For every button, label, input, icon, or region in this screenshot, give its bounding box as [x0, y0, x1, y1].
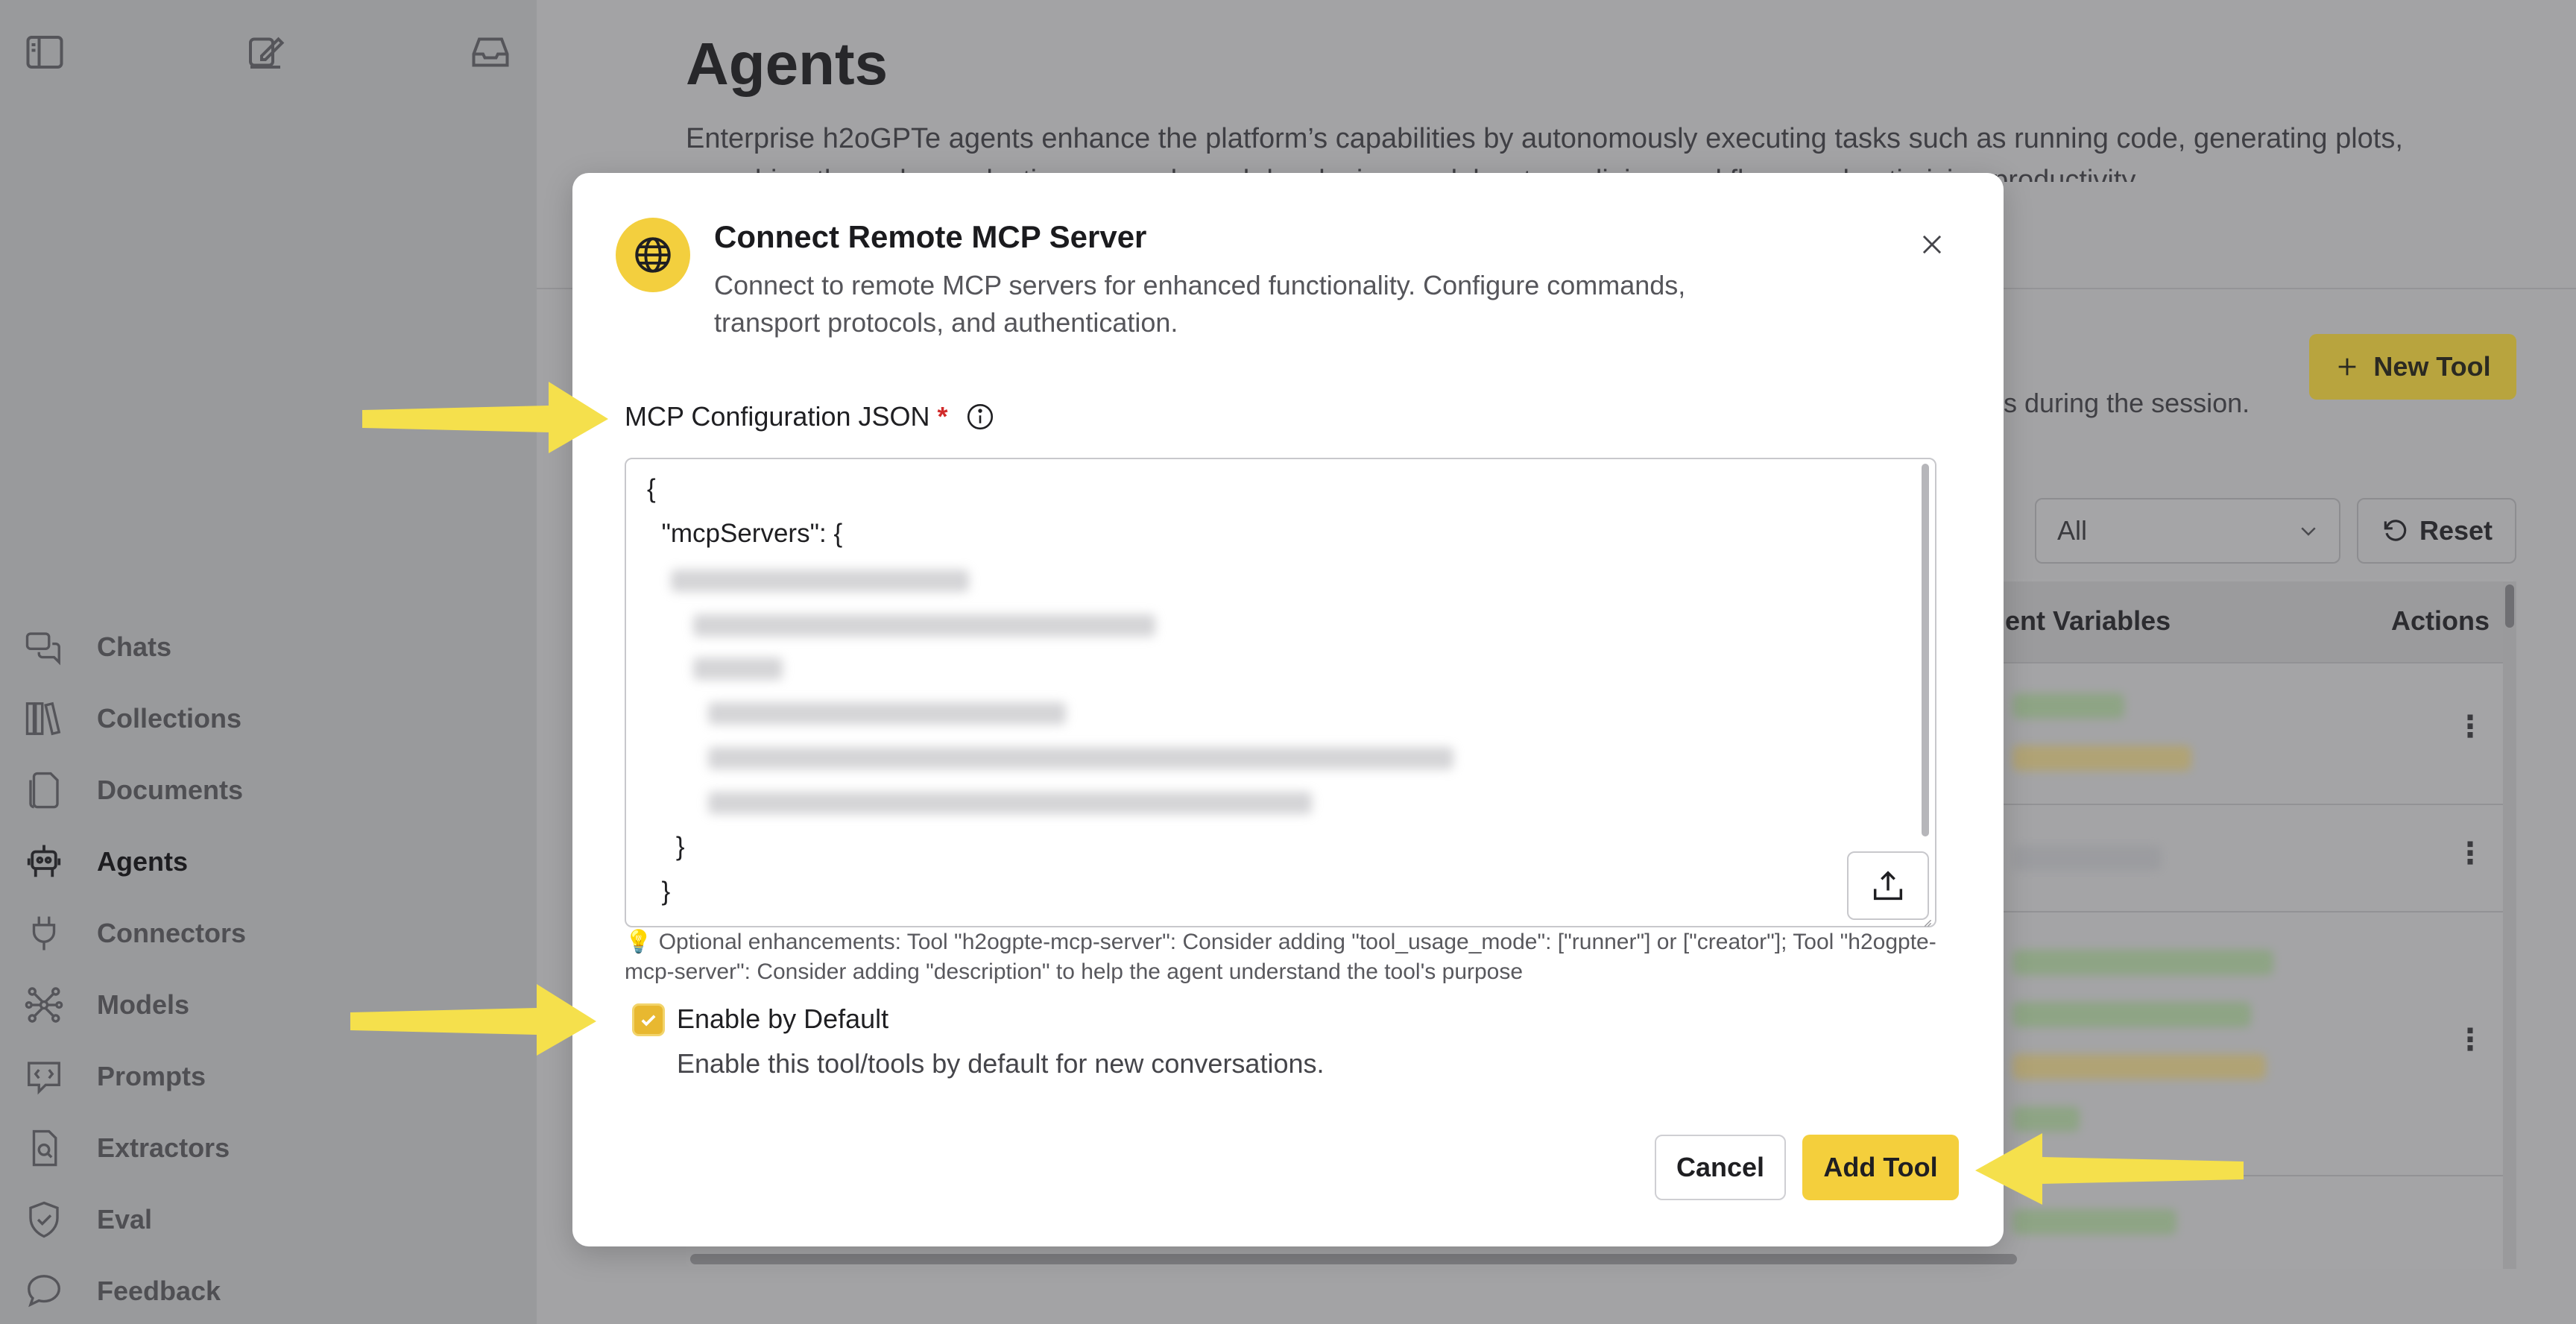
resize-grip-icon[interactable]	[1922, 917, 1932, 927]
sidebar-item-label: Models	[97, 989, 190, 1020]
sidebar-item-documents[interactable]: Documents	[22, 754, 514, 826]
sidebar-item-label: Connectors	[97, 918, 247, 948]
cancel-button[interactable]: Cancel	[1655, 1135, 1786, 1200]
table-horizontal-scrollbar[interactable]	[690, 1254, 2017, 1264]
reset-label: Reset	[2419, 515, 2493, 546]
modal-title: Connect Remote MCP Server	[714, 219, 1147, 254]
redacted-json-line	[693, 658, 783, 680]
env-var-tag	[2012, 1106, 2080, 1132]
annotation-arrow	[350, 984, 596, 1056]
page-title: Agents	[686, 31, 888, 97]
books-icon	[22, 697, 66, 740]
annotation-arrow	[1975, 1133, 2244, 1205]
sidebar-item-collections[interactable]: Collections	[22, 683, 514, 754]
column-header-env-vars: ent Variables	[2005, 605, 2171, 636]
required-mark: *	[937, 401, 948, 432]
redacted-json-line	[693, 614, 1155, 637]
redacted-json-line	[708, 702, 1066, 725]
robot-icon	[22, 840, 66, 883]
env-var-tag	[2012, 1002, 2251, 1027]
code-message-icon	[22, 1055, 66, 1098]
json-line: "mcpServers": {	[647, 519, 843, 548]
sidebar-item-label: Collections	[97, 703, 242, 734]
document-search-icon	[22, 1126, 66, 1170]
new-tool-label: New Tool	[2373, 351, 2491, 382]
reset-icon	[2384, 520, 2407, 541]
feedback-bubble-icon	[22, 1270, 66, 1313]
sidebar-item-feedback[interactable]: Feedback	[22, 1255, 514, 1324]
env-var-tag	[2012, 1054, 2266, 1079]
table-scrollbar-thumb[interactable]	[2505, 584, 2514, 628]
json-line: }	[647, 877, 671, 906]
json-line: {	[647, 474, 656, 503]
sidebar-nav: Chats Collections Documents Agents Conne…	[22, 611, 514, 1324]
sidebar-item-label: Extractors	[97, 1132, 230, 1163]
redacted-json-line	[708, 792, 1312, 814]
redacted-json-line	[671, 570, 969, 592]
chat-bubbles-icon	[22, 625, 66, 669]
network-icon	[22, 983, 66, 1027]
enable-by-default-checkbox[interactable]	[632, 1003, 665, 1036]
row-actions-kebab-icon[interactable]: ⋮	[2455, 836, 2485, 871]
sidebar-item-connectors[interactable]: Connectors	[22, 898, 514, 969]
env-var-tag	[2012, 950, 2273, 975]
sidebar: Chats Collections Documents Agents Conne…	[0, 0, 537, 1324]
mcp-config-label: MCP Configuration JSON *	[625, 401, 996, 432]
sidebar-item-label: Prompts	[97, 1061, 206, 1091]
globe-icon	[616, 218, 690, 292]
new-tool-button[interactable]: New Tool	[2309, 334, 2516, 400]
row-actions-kebab-icon[interactable]: ⋮	[2455, 710, 2485, 744]
optional-enhancements-hint: 💡 Optional enhancements: Tool "h2ogpte-m…	[625, 930, 1936, 984]
modal-subtitle: Connect to remote MCP servers for enhanc…	[714, 270, 1686, 338]
annotation-arrow	[362, 382, 608, 453]
connect-mcp-modal: Connect Remote MCP Server Connect to rem…	[572, 173, 2004, 1246]
sidebar-item-label: Feedback	[97, 1276, 221, 1306]
enable-by-default-label[interactable]: Enable by Default	[677, 1003, 888, 1035]
documents-icon	[22, 769, 66, 812]
plus-icon	[2338, 358, 2356, 376]
mcp-config-json-editor[interactable]: { "mcpServers": { } }	[625, 458, 1936, 927]
sidebar-item-eval[interactable]: Eval	[22, 1184, 514, 1255]
close-icon	[1922, 235, 1942, 254]
env-var-tag	[2012, 1209, 2176, 1235]
sidebar-item-chats[interactable]: Chats	[22, 611, 514, 683]
row-actions-kebab-icon[interactable]: ⋮	[2455, 1023, 2485, 1057]
info-icon[interactable]	[965, 401, 996, 432]
upload-json-button[interactable]	[1847, 851, 1929, 920]
filter-select[interactable]: All	[2035, 498, 2340, 564]
add-tool-button[interactable]: Add Tool	[1802, 1135, 1959, 1200]
sidebar-toggle-icon[interactable]	[22, 30, 67, 75]
filter-value: All	[2057, 515, 2088, 546]
sidebar-item-label: Eval	[97, 1204, 153, 1235]
inbox-icon[interactable]	[468, 30, 513, 75]
editor-scrollbar[interactable]	[1922, 464, 1929, 836]
env-var-tag	[2012, 845, 2162, 871]
env-var-tag	[2012, 693, 2124, 719]
sidebar-item-agents[interactable]: Agents	[22, 826, 514, 898]
sidebar-item-label: Chats	[97, 631, 172, 662]
sidebar-item-label: Agents	[97, 846, 189, 877]
enable-by-default-description: Enable this tool/tools by default for ne…	[677, 1048, 1325, 1079]
new-chat-icon[interactable]	[243, 30, 288, 75]
close-button[interactable]	[1914, 227, 1950, 262]
sidebar-item-label: Documents	[97, 775, 244, 805]
shield-check-icon	[22, 1198, 66, 1241]
session-text: s during the session.	[2004, 388, 2250, 418]
redacted-json-line	[708, 747, 1453, 769]
reset-button[interactable]: Reset	[2357, 498, 2516, 564]
chevron-down-icon	[2301, 527, 2316, 536]
json-line: }	[647, 832, 685, 861]
env-var-tag	[2012, 745, 2191, 771]
sidebar-item-extractors[interactable]: Extractors	[22, 1112, 514, 1184]
checkmark-icon	[641, 1015, 656, 1027]
column-header-actions: Actions	[2391, 605, 2490, 636]
field-label-text: MCP Configuration JSON	[625, 401, 930, 432]
table-scrollbar[interactable]	[2503, 581, 2516, 1269]
plug-icon	[22, 912, 66, 955]
upload-icon	[1873, 871, 1903, 901]
